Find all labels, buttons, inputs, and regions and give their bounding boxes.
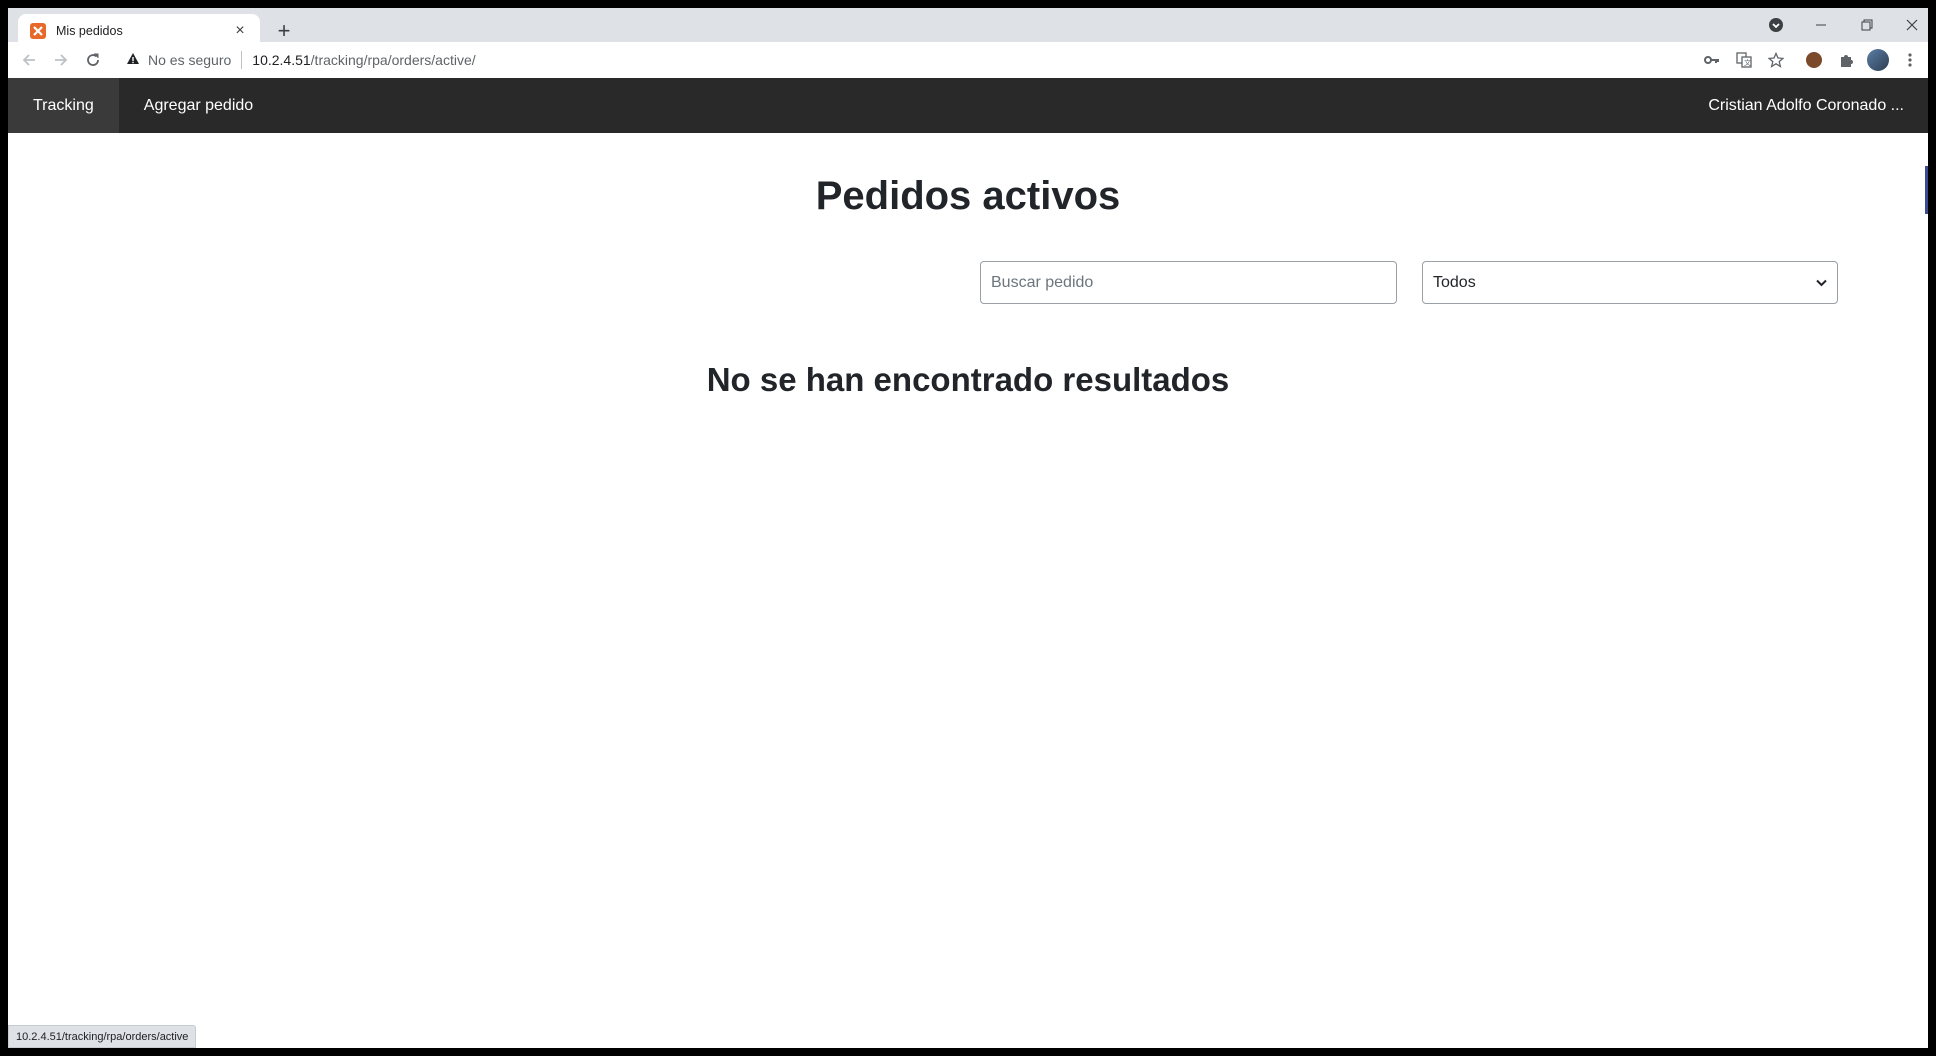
omnibox-divider bbox=[241, 51, 243, 69]
forward-icon[interactable] bbox=[45, 44, 77, 76]
warning-icon bbox=[126, 52, 140, 68]
extensions-puzzle-icon[interactable] bbox=[1830, 44, 1862, 76]
browser-toolbar: No es seguro 10.2.4.51/tracking/rpa/orde… bbox=[8, 42, 1928, 78]
url-path: /tracking/rpa/orders/active/ bbox=[310, 52, 476, 68]
extension-avatar-icon[interactable] bbox=[1798, 44, 1830, 76]
translate-icon[interactable]: 文 bbox=[1728, 44, 1760, 76]
page-viewport: Tracking Agregar pedido Cristian Adolfo … bbox=[8, 78, 1928, 1048]
xampp-favicon-icon bbox=[30, 23, 46, 39]
back-icon[interactable] bbox=[13, 44, 45, 76]
page-title: Pedidos activos bbox=[815, 174, 1121, 218]
tab-search-icon[interactable] bbox=[1756, 12, 1796, 38]
user-menu[interactable]: Cristian Adolfo Coronado ... bbox=[1708, 78, 1904, 133]
scrollbar-thumb[interactable] bbox=[1925, 166, 1928, 214]
search-input[interactable] bbox=[980, 261, 1397, 304]
toolbar-actions: 文 bbox=[1696, 42, 1928, 78]
top-navbar: Tracking Agregar pedido Cristian Adolfo … bbox=[8, 78, 1928, 133]
browser-window: Mis pedidos × + No es seguro 10.2.4.51/t… bbox=[0, 0, 1936, 1056]
status-bar-url: 10.2.4.51/tracking/rpa/orders/active bbox=[8, 1025, 197, 1048]
more-menu-icon[interactable] bbox=[1894, 44, 1926, 76]
tab-strip: Mis pedidos × + bbox=[8, 8, 1928, 48]
url-host: 10.2.4.51 bbox=[252, 52, 311, 68]
profile-avatar[interactable] bbox=[1862, 44, 1894, 76]
address-bar[interactable]: No es seguro 10.2.4.51/tracking/rpa/orde… bbox=[120, 45, 1697, 75]
security-label: No es seguro bbox=[148, 52, 232, 68]
empty-results-message: No se han encontrado resultados bbox=[706, 361, 1230, 398]
security-warning[interactable]: No es seguro bbox=[126, 52, 231, 68]
tab-close-icon[interactable]: × bbox=[232, 23, 248, 39]
key-icon[interactable] bbox=[1696, 44, 1728, 76]
new-tab-button[interactable]: + bbox=[271, 18, 297, 44]
restore-icon[interactable] bbox=[1847, 12, 1887, 38]
nav-tracking[interactable]: Tracking bbox=[8, 78, 119, 133]
bookmark-star-icon[interactable] bbox=[1760, 44, 1792, 76]
status-filter-select[interactable]: Todos bbox=[1422, 261, 1838, 304]
close-window-icon[interactable] bbox=[1892, 12, 1932, 38]
nav-add-order[interactable]: Agregar pedido bbox=[119, 78, 278, 133]
reload-icon[interactable] bbox=[77, 44, 109, 76]
filter-selected-value: Todos bbox=[1433, 273, 1476, 291]
url-text: 10.2.4.51/tracking/rpa/orders/active/ bbox=[252, 52, 475, 68]
svg-text:文: 文 bbox=[1744, 58, 1751, 67]
minimize-icon[interactable] bbox=[1801, 12, 1841, 38]
browser-chrome: Mis pedidos × + No es seguro 10.2.4.51/t… bbox=[8, 8, 1928, 78]
chevron-down-icon bbox=[1816, 275, 1827, 290]
tab-title: Mis pedidos bbox=[56, 24, 123, 38]
